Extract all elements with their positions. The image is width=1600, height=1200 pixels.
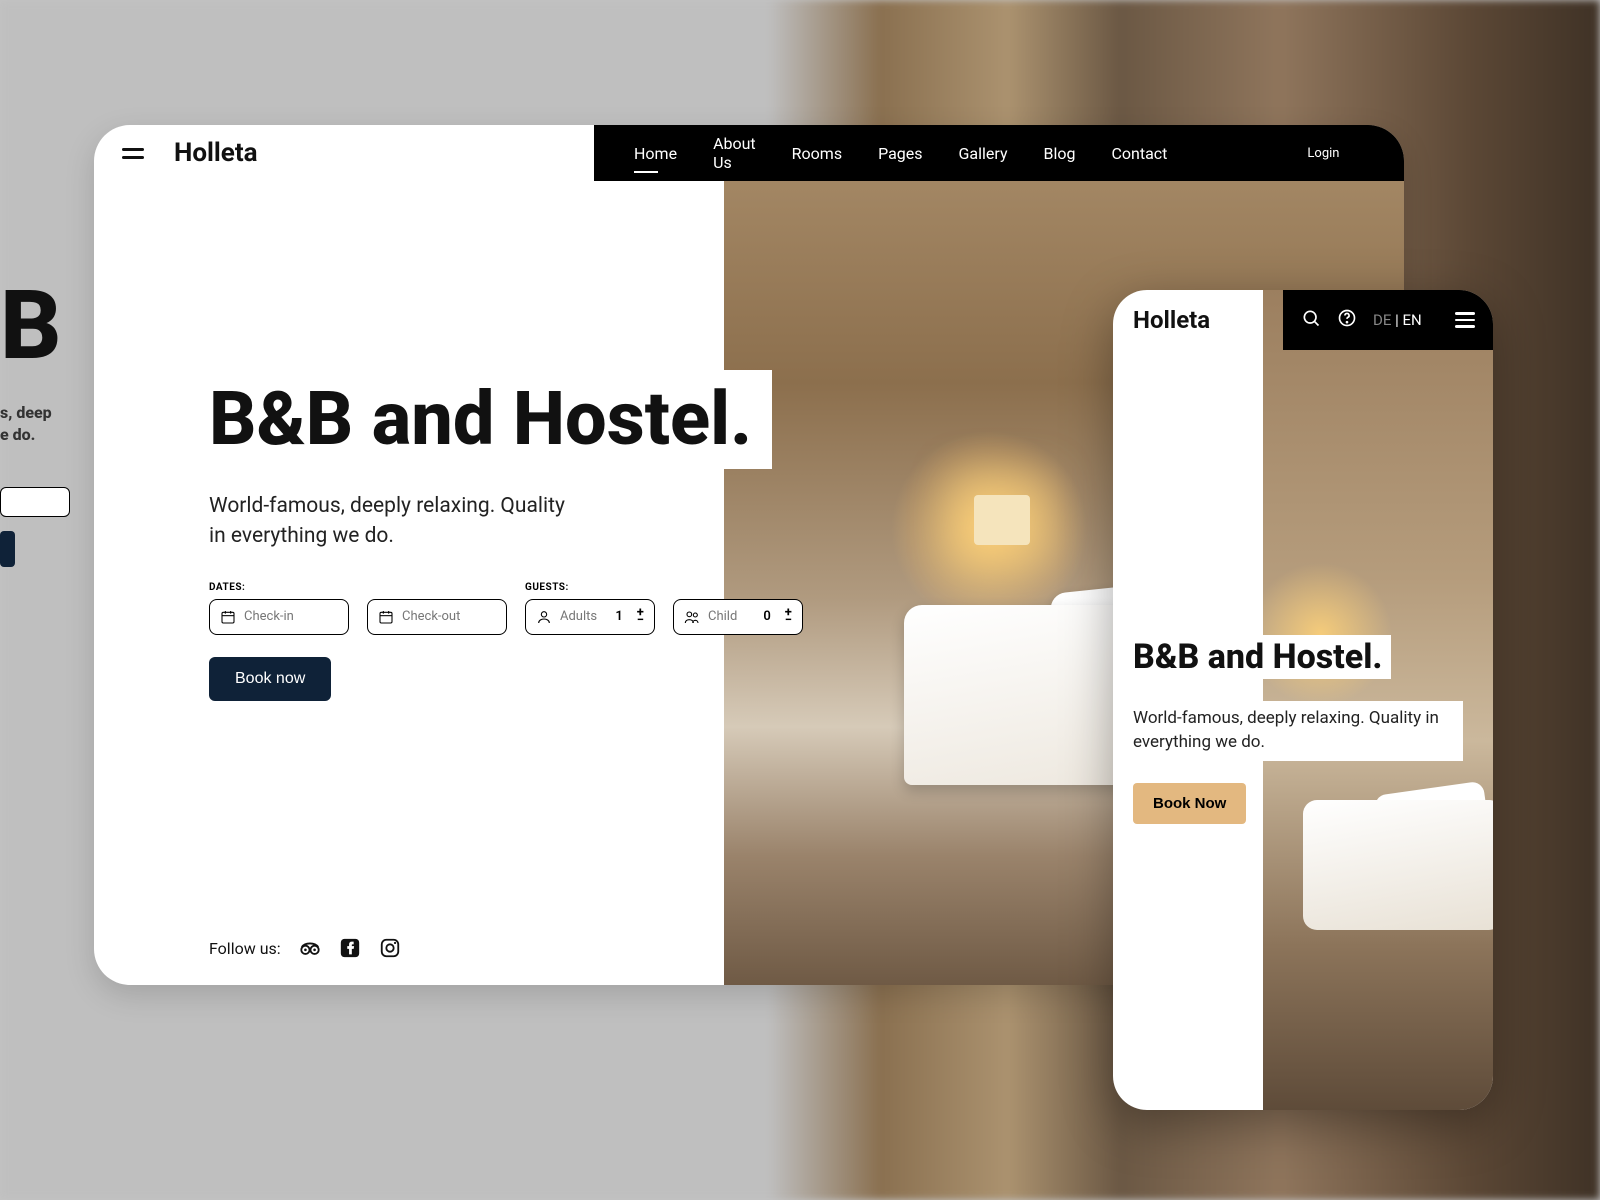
child-value: 0 (763, 609, 770, 624)
adults-stepper[interactable]: Adults 1 +− (525, 599, 655, 635)
checkin-placeholder: Check-in (244, 609, 294, 624)
mobile-language-switch[interactable]: DE | EN (1373, 311, 1422, 329)
book-now-button[interactable]: Book now (209, 657, 331, 701)
mobile-hero-subtitle: World-famous, deeply relaxing. Quality i… (1133, 701, 1463, 761)
nav-home[interactable]: Home (634, 144, 677, 163)
follow-label: Follow us: (209, 939, 281, 958)
follow-us: Follow us: (209, 937, 401, 959)
guests-group: GUESTS: Adults 1 +− Child 0 +− (525, 582, 803, 635)
adults-plus-minus[interactable]: +− (637, 609, 644, 625)
mobile-nav-bar: DE | EN (1283, 290, 1493, 350)
ghost-input (0, 487, 70, 517)
guests-label: GUESTS: (525, 582, 803, 593)
brand-logo[interactable]: Holleta (174, 138, 258, 168)
mobile-lang-en[interactable]: EN (1403, 311, 1422, 329)
mobile-book-now-button[interactable]: Book Now (1133, 783, 1246, 824)
people-icon (684, 609, 700, 625)
person-icon (536, 609, 552, 625)
mobile-top-bar: Holleta DE | EN (1113, 290, 1493, 350)
child-stepper[interactable]: Child 0 +− (673, 599, 803, 635)
tripadvisor-icon[interactable] (299, 937, 321, 959)
calendar-icon (378, 609, 394, 625)
checkin-input[interactable]: Check-in (209, 599, 349, 635)
child-label: Child (708, 609, 737, 624)
child-plus-minus[interactable]: +− (785, 609, 792, 625)
adults-label: Adults (560, 609, 597, 624)
checkout-placeholder: Check-out (402, 609, 460, 624)
mobile-preview-card: Holleta DE | EN B&B and Hostel. World-fa… (1113, 290, 1493, 1110)
main-nav: Home About Us Rooms Pages Gallery Blog C… (594, 125, 1404, 181)
instagram-icon[interactable] (379, 937, 401, 959)
ghost-button (0, 531, 15, 567)
facebook-icon[interactable] (339, 937, 361, 959)
nav-rooms[interactable]: Rooms (792, 144, 842, 163)
mobile-search-icon[interactable] (1301, 308, 1321, 332)
lamp-glow (974, 495, 1030, 545)
mobile-brand[interactable]: Holleta (1133, 306, 1210, 334)
mobile-hero-title: B&B and Hostel. (1133, 635, 1391, 679)
top-bar: Holleta Home About Us Rooms Pages Galler… (94, 125, 1404, 181)
dates-group: DATES: Check-in Check-out (209, 582, 507, 635)
calendar-icon (220, 609, 236, 625)
mobile-lang-de[interactable]: DE (1373, 311, 1391, 329)
checkout-input[interactable]: Check-out (367, 599, 507, 635)
hero-panel: B&B and Hostel. World-famous, deeply rel… (209, 370, 803, 701)
booking-form: DATES: Check-in Check-out GUESTS: (209, 582, 803, 635)
mobile-help-icon[interactable] (1337, 308, 1357, 332)
nav-contact[interactable]: Contact (1111, 144, 1167, 163)
mobile-hamburger-icon[interactable] (1455, 312, 1475, 328)
mobile-hero-panel: B&B and Hostel. World-famous, deeply rel… (1133, 635, 1493, 824)
login-link[interactable]: Login (1307, 146, 1339, 161)
dates-label: DATES: (209, 582, 507, 593)
nav-about[interactable]: About Us (713, 134, 756, 172)
mobile-lang-sep: | (1395, 311, 1399, 329)
hero-title: B&B and Hostel. (209, 370, 772, 469)
nav-gallery[interactable]: Gallery (959, 144, 1008, 163)
nav-pages[interactable]: Pages (878, 144, 922, 163)
hamburger-menu-icon[interactable] (122, 148, 144, 159)
adults-value: 1 (615, 609, 622, 624)
hero-subtitle: World-famous, deeply relaxing. Quality i… (209, 491, 569, 552)
nav-blog[interactable]: Blog (1044, 144, 1076, 163)
